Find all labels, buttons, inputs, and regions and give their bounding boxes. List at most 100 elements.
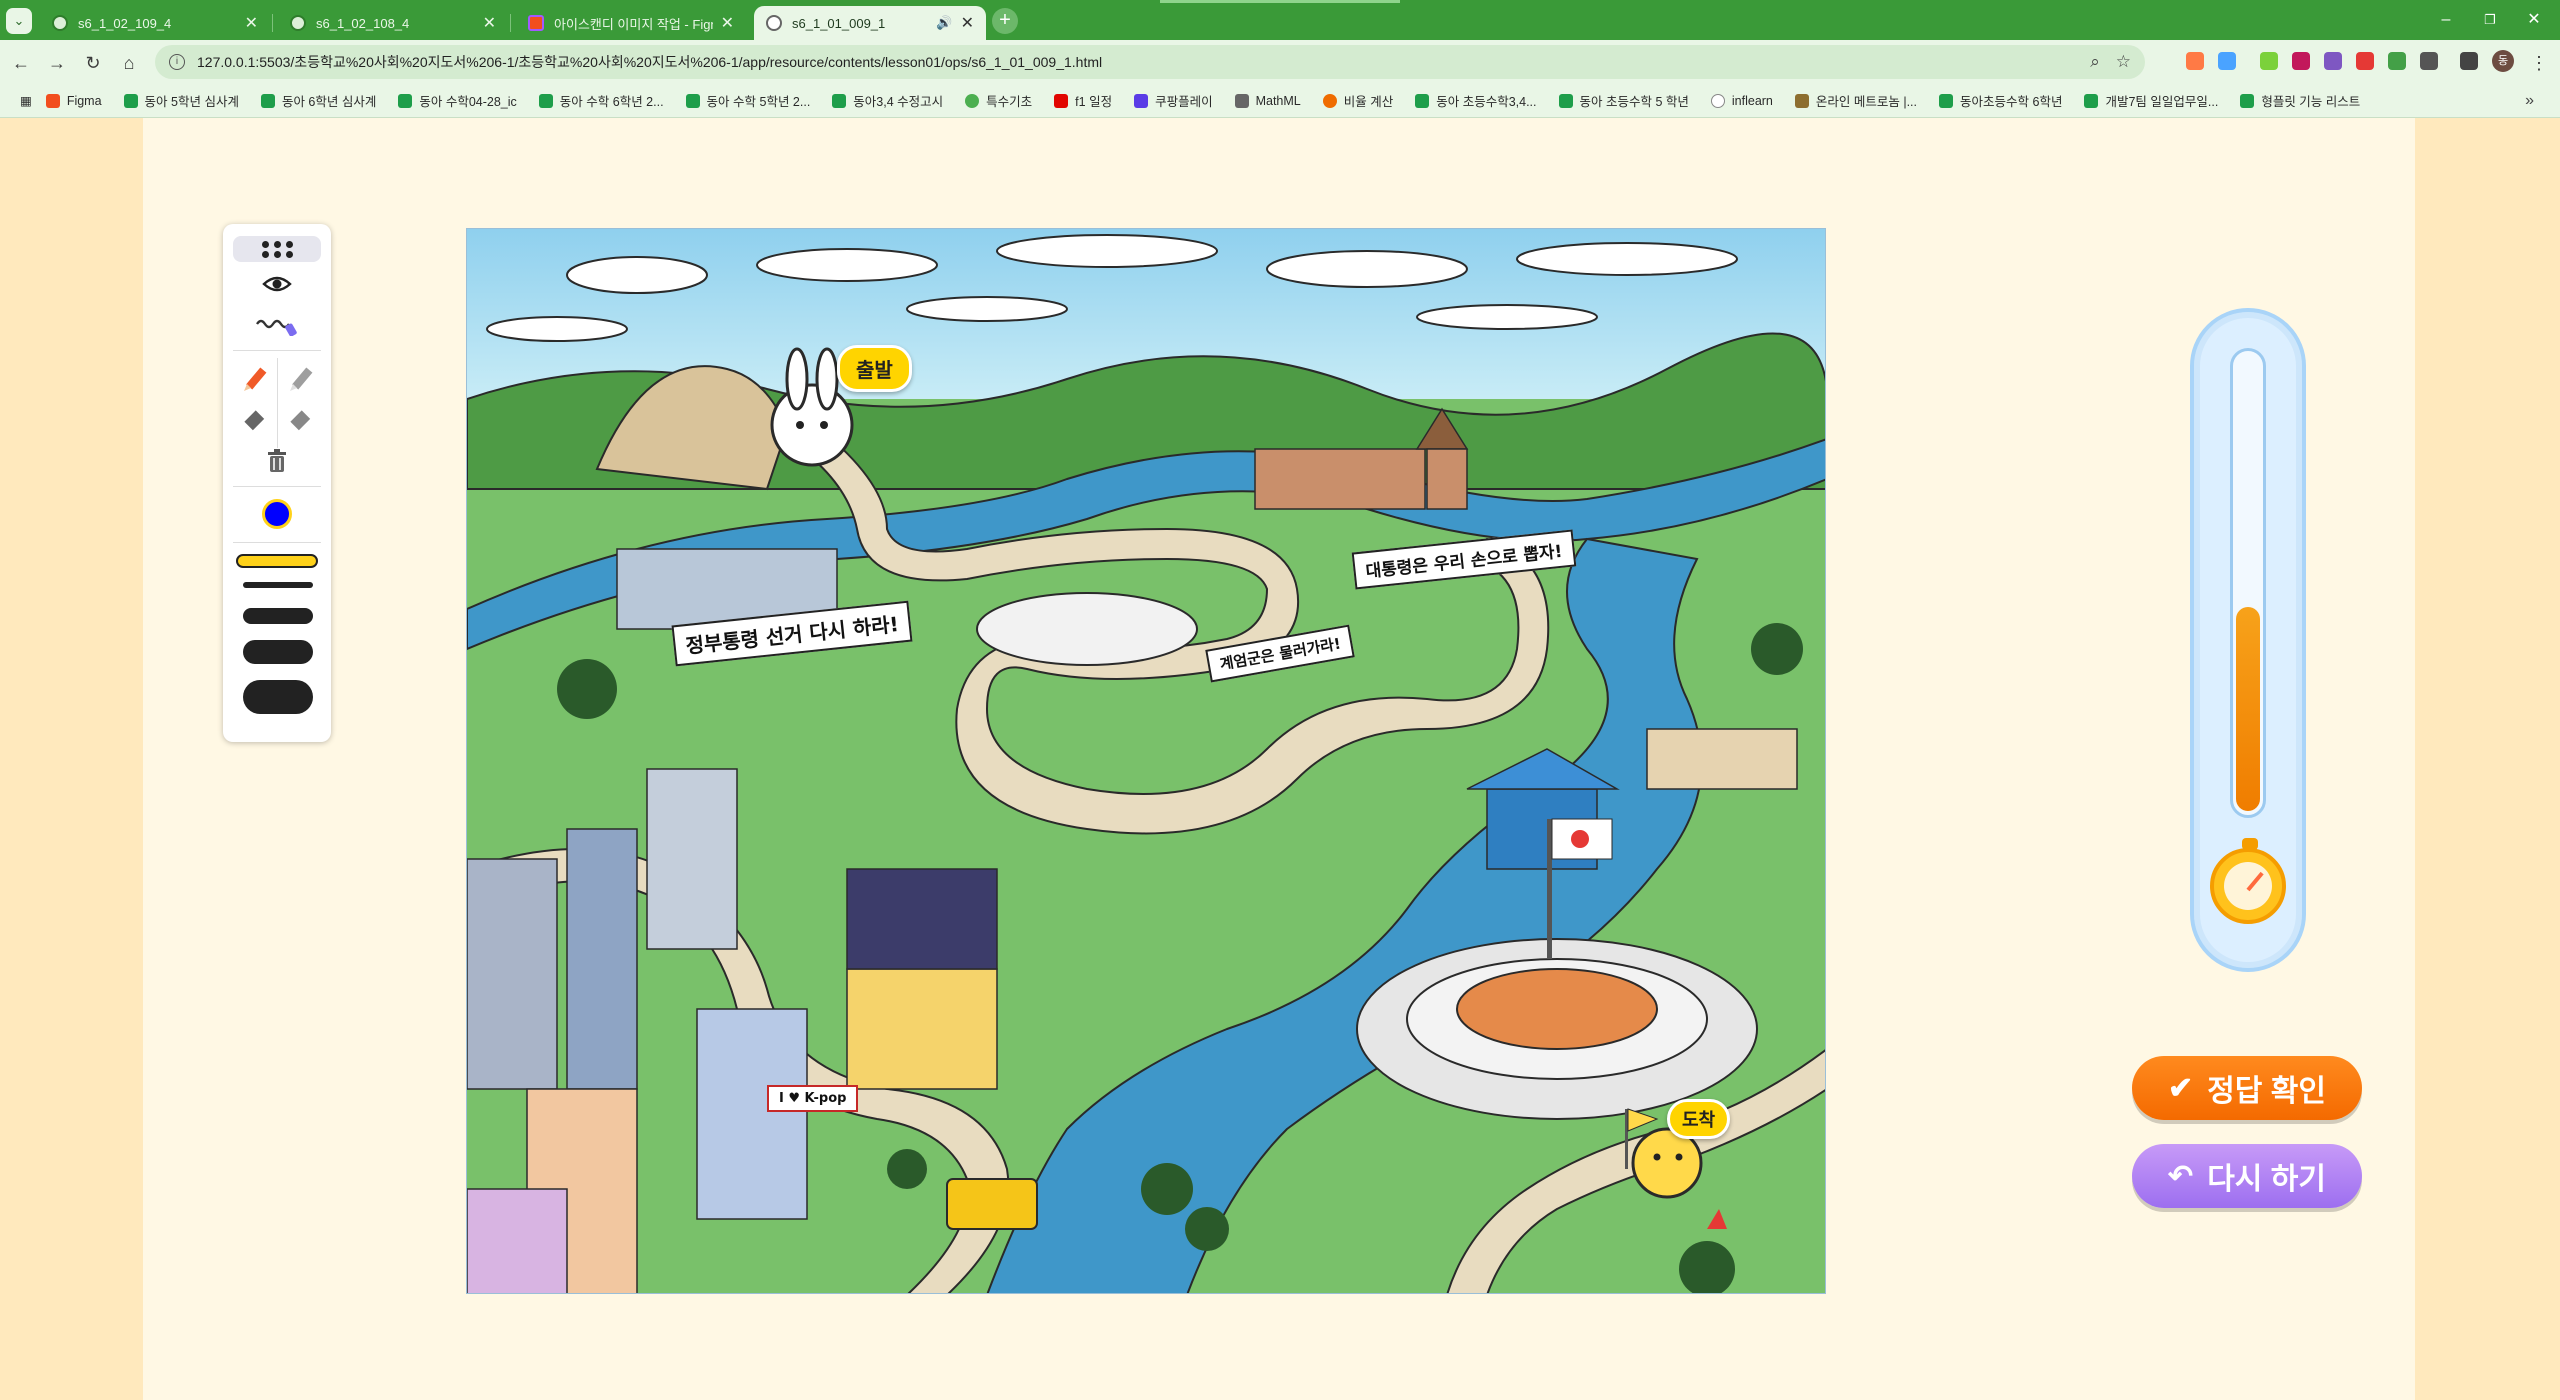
pen-color-dot — [262, 499, 292, 529]
start-label: 출발 — [837, 345, 912, 392]
new-tab-button[interactable]: + — [992, 8, 1018, 34]
bookmarks-bar: ▦ Figma 동아 5학년 심사계 동아 6학년 심사계 동아 수학04-28… — [0, 84, 2560, 118]
close-tab-icon[interactable]: ✕ — [245, 13, 258, 33]
close-tab-icon[interactable]: ✕ — [721, 13, 734, 33]
bookmark-item[interactable]: MathML — [1234, 93, 1301, 108]
line-width-extra-thick[interactable] — [243, 680, 313, 714]
extension-icon[interactable] — [2388, 52, 2406, 70]
bookmark-item[interactable]: 특수기초 — [965, 91, 1032, 110]
restore-icon[interactable]: ❐ — [2470, 8, 2510, 32]
color-swatch[interactable] — [233, 494, 321, 534]
bookmark-item[interactable]: 동아 초등수학3,4... — [1415, 91, 1537, 110]
forward-icon[interactable]: → — [44, 50, 70, 76]
media-control-icon[interactable] — [2460, 52, 2478, 70]
sheet-icon — [2240, 93, 2255, 108]
calc-icon — [1322, 93, 1337, 108]
sheet-icon — [398, 93, 413, 108]
bookmark-item[interactable]: 동아 수학 5학년 2... — [685, 91, 810, 110]
site-info-icon[interactable]: i — [169, 54, 185, 70]
bookmark-item[interactable]: 동아 6학년 심사계 — [260, 91, 376, 110]
sheet-icon — [685, 93, 700, 108]
bookmark-item[interactable]: 쿠팡플레이 — [1134, 91, 1213, 110]
reload-icon[interactable]: ↻ — [80, 50, 106, 76]
tab-search-button[interactable]: ⌄ — [6, 8, 32, 34]
maze-illustration[interactable]: 출발 도착 정부통령 선거 다시 하라! 대통령은 우리 손으로 뽑자! 계엄군… — [466, 228, 1826, 1294]
extension-icon[interactable] — [2356, 52, 2374, 70]
globe-icon — [965, 93, 980, 108]
retry-button[interactable]: ↶ 다시 하기 — [2132, 1144, 2362, 1208]
apps-grid-icon[interactable]: ▦ — [20, 93, 32, 108]
tab-4-active[interactable]: s6_1_01_009_1 🔊 ✕ — [754, 6, 986, 40]
timer-tube — [2230, 348, 2266, 818]
bookmarks-overflow-icon[interactable]: » — [2525, 92, 2534, 110]
extension-icon[interactable] — [2186, 52, 2204, 70]
url-text[interactable]: 127.0.0.1:5503/초등학교%20사회%20지도서%206-1/초등학… — [197, 52, 2074, 72]
drawing-toolbox — [223, 224, 331, 742]
line-width-thick[interactable] — [243, 640, 313, 664]
home-icon[interactable]: ⌂ — [116, 50, 142, 76]
mathml-icon — [1234, 93, 1249, 108]
zoom-icon[interactable]: ⌕ — [2090, 52, 2100, 72]
bookmark-item[interactable]: 개발7팀 일일업무일... — [2084, 91, 2218, 110]
extension-icon[interactable] — [2292, 52, 2310, 70]
sheet-icon — [832, 93, 847, 108]
tab-group-indicator — [1160, 0, 1400, 3]
close-tab-icon[interactable]: ✕ — [961, 13, 974, 33]
tab-1[interactable]: s6_1_02_109_4 ✕ — [40, 6, 270, 40]
extension-icon[interactable] — [2260, 52, 2278, 70]
bookmark-item[interactable]: 동아 5학년 심사계 — [123, 91, 239, 110]
bookmark-item[interactable]: 동아초등수학 6학년 — [1939, 91, 2062, 110]
gray-eraser-icon[interactable] — [235, 404, 275, 438]
metronome-icon — [1794, 93, 1809, 108]
maze-scene-art — [467, 229, 1825, 1293]
menu-kebab-icon[interactable]: ⋮ — [2526, 50, 2552, 76]
minimize-icon[interactable]: – — [2426, 8, 2466, 32]
tab-2[interactable]: s6_1_02_108_4 ✕ — [278, 6, 508, 40]
browser-toolbar: ← → ↻ ⌂ i 127.0.0.1:5503/초등학교%20사회%20지도서… — [0, 40, 2560, 84]
bookmark-item[interactable]: inflearn — [1710, 93, 1773, 108]
sheet-icon — [2084, 93, 2099, 108]
gray-pencil-icon[interactable] — [281, 360, 321, 400]
eye-icon[interactable] — [233, 268, 321, 300]
figma-icon — [528, 15, 544, 31]
red-pencil-icon[interactable] — [235, 360, 275, 400]
bookmark-item[interactable]: 형플릿 기능 리스트 — [2240, 91, 2360, 110]
profile-avatar[interactable]: 동 — [2492, 50, 2514, 72]
sheet-icon — [1939, 93, 1954, 108]
highlighter-width[interactable] — [233, 544, 321, 578]
bookmark-item[interactable]: 온라인 메트로놈 |... — [1794, 91, 1917, 110]
tab-favicon-icon — [766, 15, 782, 31]
bookmark-item[interactable]: Figma — [45, 93, 102, 108]
close-tab-icon[interactable]: ✕ — [483, 13, 496, 33]
bookmark-item[interactable]: 동아 수학 6학년 2... — [538, 91, 664, 110]
sheet-icon — [1415, 93, 1430, 108]
bookmark-item[interactable]: 비율 계산 — [1322, 91, 1393, 110]
bookmark-item[interactable]: 동아3,4 수정고시 — [832, 91, 943, 110]
extension-icon[interactable] — [2218, 52, 2236, 70]
bookmark-item[interactable]: 동아 초등수학 5 학년 — [1558, 91, 1689, 110]
tab-3[interactable]: 아이스캔디 이미지 작업 - Figma ✕ — [516, 6, 746, 40]
gray-eraser-alt-icon[interactable] — [281, 404, 321, 438]
trash-icon[interactable] — [233, 444, 321, 478]
timer-gauge — [2190, 308, 2306, 972]
bookmark-item[interactable]: 동아 수학04-28_ic — [398, 91, 517, 110]
close-window-icon[interactable]: ✕ — [2514, 8, 2554, 32]
sheet-icon — [538, 93, 553, 108]
scribble-icon[interactable] — [233, 306, 321, 340]
line-width-medium[interactable] — [243, 608, 313, 624]
stopwatch-icon — [2210, 838, 2286, 924]
undo-arrow-icon: ↶ — [2168, 1159, 2194, 1193]
play-icon — [1134, 93, 1149, 108]
extensions-puzzle-icon[interactable] — [2420, 52, 2438, 70]
sheet-icon — [123, 93, 138, 108]
bookmark-star-icon[interactable]: ☆ — [2116, 52, 2131, 72]
drag-handle-icon[interactable] — [233, 236, 321, 262]
audio-playing-icon[interactable]: 🔊 — [936, 15, 952, 31]
extension-icon[interactable] — [2324, 52, 2342, 70]
address-bar[interactable]: i 127.0.0.1:5503/초등학교%20사회%20지도서%206-1/초… — [155, 45, 2145, 79]
check-answer-button[interactable]: ✔ 정답 확인 — [2132, 1056, 2362, 1120]
back-icon[interactable]: ← — [8, 50, 34, 76]
line-width-thin[interactable] — [243, 582, 313, 588]
sheet-icon — [260, 93, 275, 108]
bookmark-item[interactable]: f1 일정 — [1054, 91, 1112, 110]
